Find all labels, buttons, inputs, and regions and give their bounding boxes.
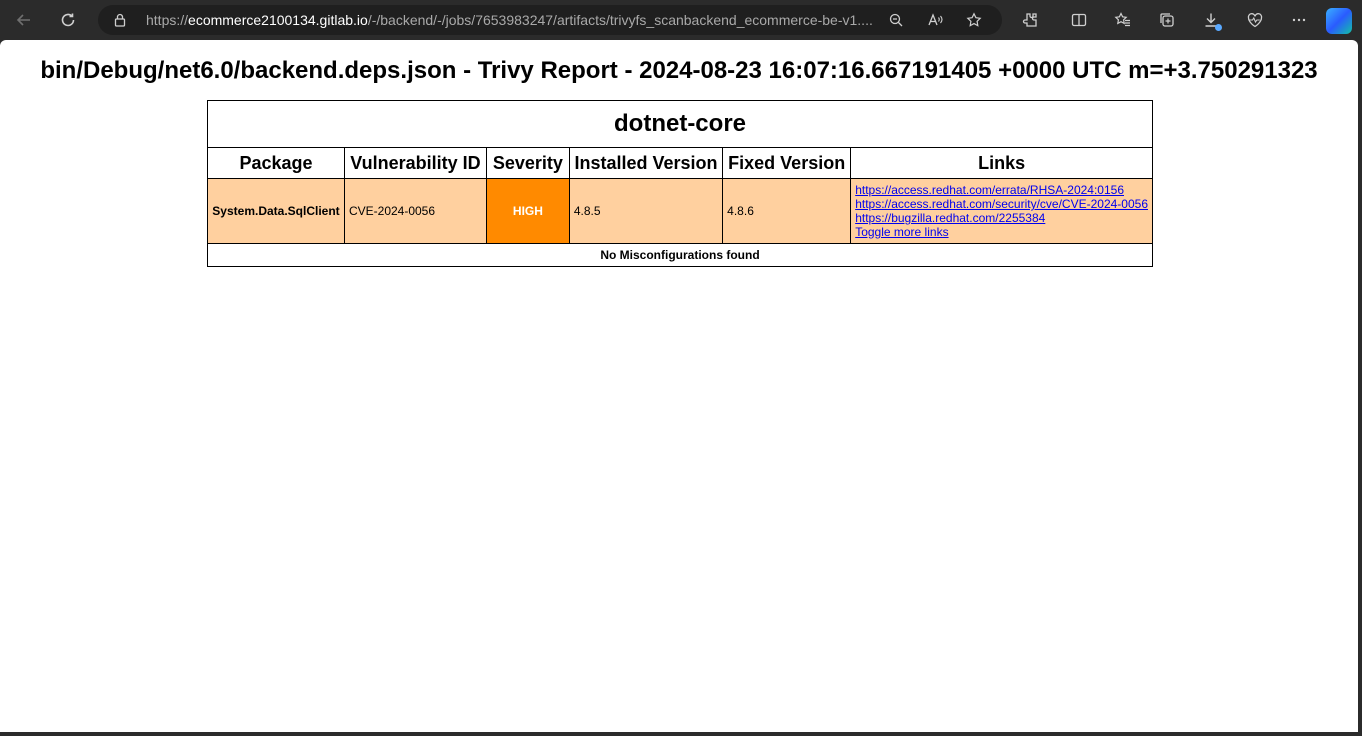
column-header-fixed-version: Fixed Version: [722, 147, 852, 179]
column-header-installed-version: Installed Version: [568, 147, 724, 179]
toggle-more-links[interactable]: Toggle more links: [855, 225, 1148, 239]
lock-icon[interactable]: [112, 12, 128, 28]
fixed-version-cell: 4.8.6: [722, 178, 852, 244]
collections-icon[interactable]: [1151, 4, 1183, 36]
copilot-icon[interactable]: [1326, 8, 1352, 34]
column-header-severity: Severity: [486, 147, 570, 179]
url-host: ecommerce2100134.gitlab.io: [188, 12, 368, 28]
browser-essentials-icon[interactable]: [1239, 4, 1271, 36]
group-header: dotnet-core: [207, 100, 1153, 148]
table-row: System.Data.SqlClient CVE-2024-0056 HIGH…: [207, 178, 1153, 244]
extensions-icon[interactable]: [1014, 4, 1046, 36]
vulnerability-table: dotnet-core Package Vulnerability ID Sev…: [207, 100, 1153, 267]
misconfig-row: No Misconfigurations found: [207, 243, 1153, 267]
split-screen-icon[interactable]: [1063, 4, 1095, 36]
column-header-package: Package: [207, 147, 345, 179]
favorites-icon[interactable]: [1107, 4, 1139, 36]
url-text[interactable]: https://ecommerce2100134.gitlab.io/-/bac…: [146, 12, 886, 28]
vulnerability-id-cell: CVE-2024-0056: [343, 178, 488, 244]
links-cell: https://access.redhat.com/errata/RHSA-20…: [850, 178, 1153, 244]
back-icon[interactable]: [8, 4, 40, 36]
column-header-row: Package Vulnerability ID Severity Instal…: [207, 147, 1153, 179]
advisory-link[interactable]: https://bugzilla.redhat.com/2255384: [855, 211, 1148, 225]
download-badge-icon: [1215, 24, 1222, 31]
group-header-row: dotnet-core: [207, 100, 1153, 148]
read-aloud-icon[interactable]: [927, 12, 943, 28]
favorite-star-icon[interactable]: [966, 12, 982, 28]
advisory-link[interactable]: https://access.redhat.com/errata/RHSA-20…: [855, 183, 1148, 197]
column-header-links: Links: [850, 147, 1153, 179]
report-title: bin/Debug/net6.0/backend.deps.json - Tri…: [40, 57, 1318, 84]
page-content: bin/Debug/net6.0/backend.deps.json - Tri…: [0, 40, 1358, 732]
address-bar[interactable]: https://ecommerce2100134.gitlab.io/-/bac…: [98, 5, 1002, 35]
more-options-icon[interactable]: [1283, 4, 1315, 36]
reload-icon[interactable]: [52, 4, 84, 36]
installed-version-cell: 4.8.5: [568, 178, 724, 244]
misconfig-message: No Misconfigurations found: [207, 243, 1153, 267]
severity-badge: HIGH: [486, 178, 570, 244]
url-path: /-/backend/-/jobs/7653983247/artifacts/t…: [367, 12, 873, 28]
column-header-vulnerability-id: Vulnerability ID: [343, 147, 488, 179]
browser-toolbar: https://ecommerce2100134.gitlab.io/-/bac…: [0, 0, 1362, 40]
downloads-icon[interactable]: [1195, 4, 1227, 36]
zoom-icon[interactable]: [888, 12, 904, 28]
advisory-link[interactable]: https://access.redhat.com/security/cve/C…: [855, 197, 1148, 211]
package-cell: System.Data.SqlClient: [207, 178, 345, 244]
url-scheme: https://: [146, 12, 189, 28]
